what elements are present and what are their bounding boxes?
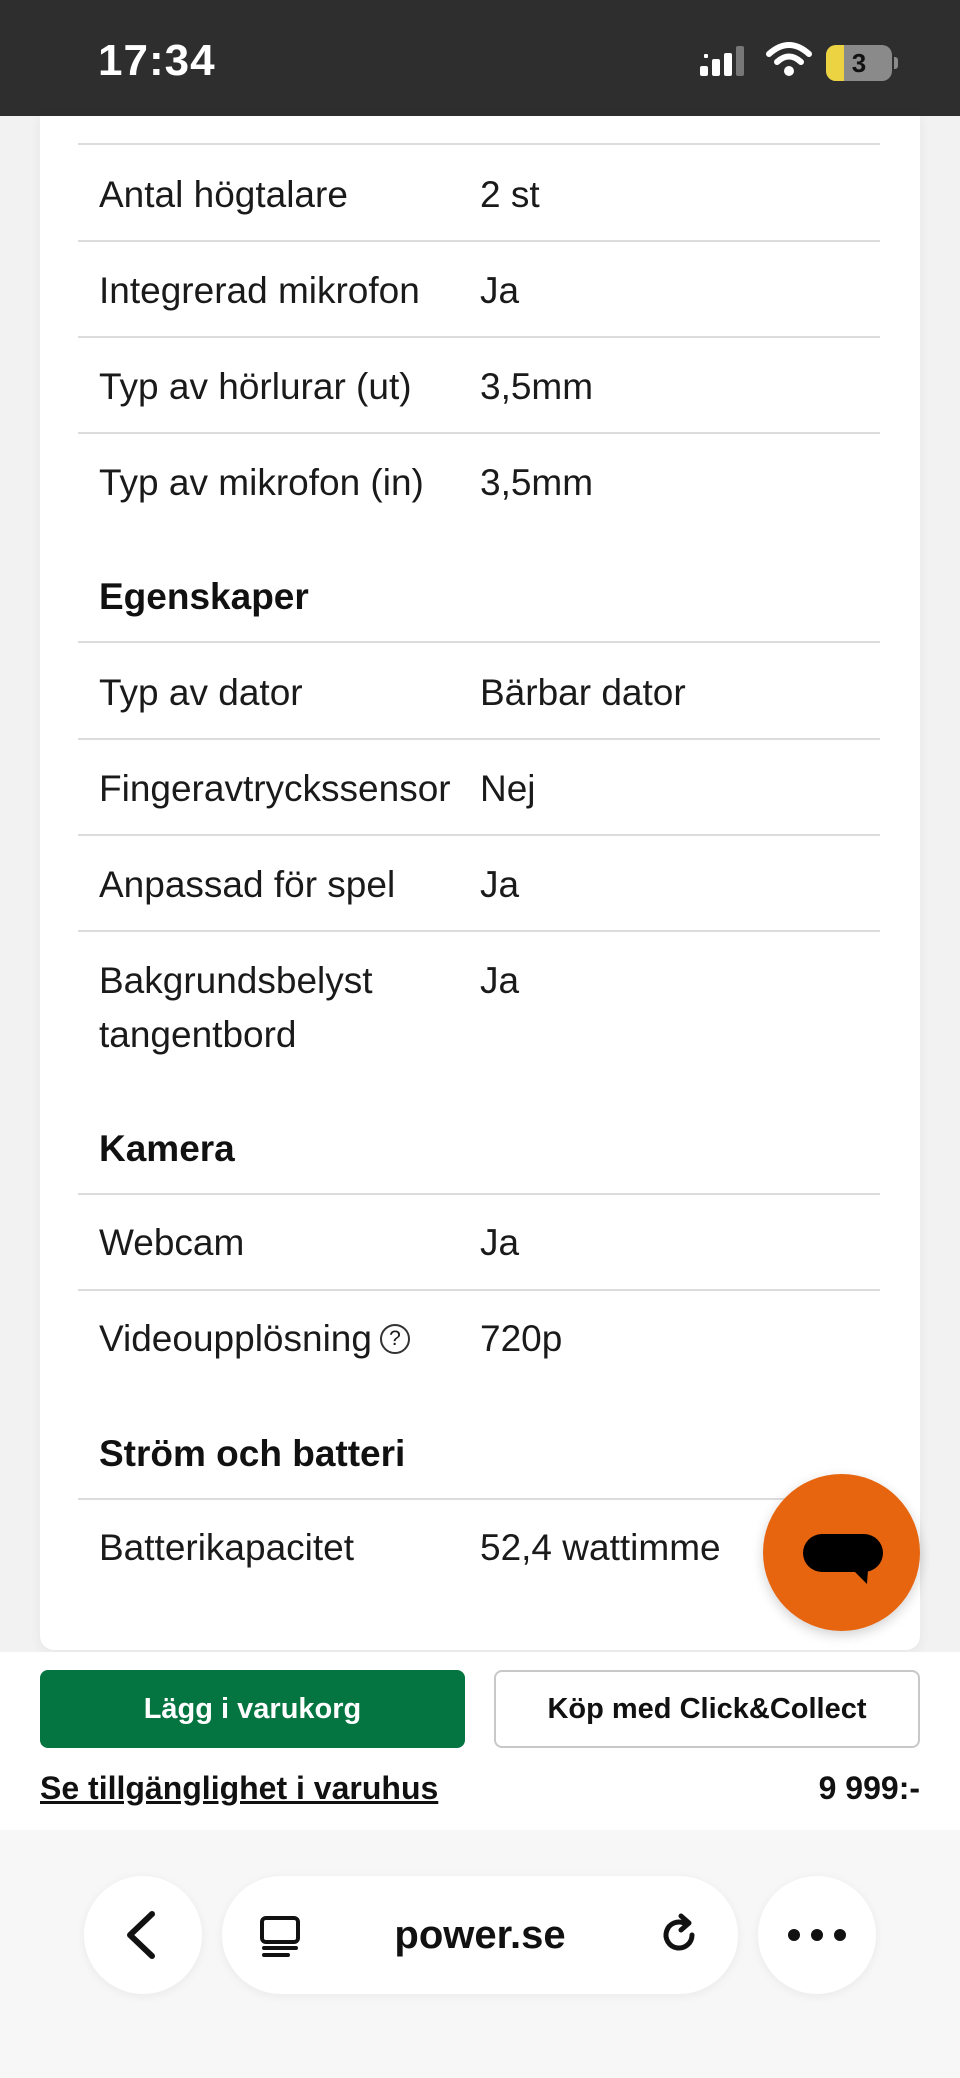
divider (78, 1289, 880, 1291)
address-bar[interactable]: power.se (222, 1876, 738, 1994)
chat-button[interactable] (763, 1474, 920, 1631)
availability-link[interactable]: Se tillgänglighet i varuhus (40, 1770, 438, 1807)
divider (78, 738, 880, 740)
divider (78, 240, 880, 242)
spec-value: 3,5mm (480, 366, 594, 407)
spec-label: Typ av mikrofon (in) (99, 462, 424, 503)
spec-value: 3,5mm (480, 462, 594, 503)
back-button[interactable] (84, 1876, 202, 1994)
spec-value: 720p (480, 1318, 563, 1359)
spec-label: Fingeravtryckssensor (99, 768, 451, 809)
back-icon (127, 1911, 155, 1959)
click-collect-button[interactable]: Köp med Click&Collect (494, 1670, 920, 1748)
spec-value: Ja (480, 864, 520, 905)
divider (78, 930, 880, 932)
divider (78, 336, 880, 338)
divider (78, 1498, 880, 1500)
spec-value: Nej (480, 768, 536, 809)
status-time: 17:34 (98, 36, 216, 85)
add-to-cart-button[interactable]: Lägg i varukorg (40, 1670, 465, 1748)
price: 9 999:- (818, 1770, 920, 1806)
spec-label: Batterikapacitet (99, 1527, 355, 1568)
spec-value: Ja (480, 960, 520, 1001)
spec-label: Bakgrundsbelyst tangentbord (99, 960, 373, 1055)
section-title-strom: Ström och batteri (99, 1433, 406, 1474)
signal-icon (700, 46, 744, 76)
divider (78, 1193, 880, 1195)
more-icon (788, 1929, 846, 1941)
spec-value: Ja (480, 1222, 520, 1263)
browser-toolbar: power.se (0, 1830, 960, 2078)
spec-value: Bärbar dator (480, 672, 686, 713)
spec-label: Integrerad mikrofon (99, 270, 420, 311)
spec-label: Typ av dator (99, 672, 303, 713)
spec-value: 2 st (480, 174, 540, 215)
spec-label: Anpassad för spel (99, 864, 396, 905)
spec-label-with-help: Videoupplösning? (99, 1312, 469, 1366)
spec-card: Antal högtalare 2 st Integrerad mikrofon… (40, 116, 920, 1650)
help-icon[interactable]: ? (379, 1324, 410, 1354)
spec-label: Typ av hörlurar (ut) (99, 366, 412, 407)
spec-label: Webcam (99, 1222, 245, 1263)
divider (78, 834, 880, 836)
more-button[interactable] (758, 1876, 876, 1994)
divider (78, 143, 880, 145)
section-title-kamera: Kamera (99, 1128, 235, 1169)
spec-label: Antal högtalare (99, 174, 348, 215)
spec-value: Ja (480, 270, 520, 311)
battery-level: 3 (851, 48, 867, 78)
section-title-egenskaper: Egenskaper (99, 576, 309, 617)
divider (78, 641, 880, 643)
battery-icon: 3 (826, 45, 898, 81)
reload-icon[interactable] (656, 1912, 702, 1958)
wifi-icon (766, 42, 812, 76)
status-bar: 17:34 3 (0, 0, 960, 116)
spec-label: Videoupplösning (99, 1318, 372, 1359)
chat-icon (803, 1534, 883, 1584)
divider (78, 432, 880, 434)
